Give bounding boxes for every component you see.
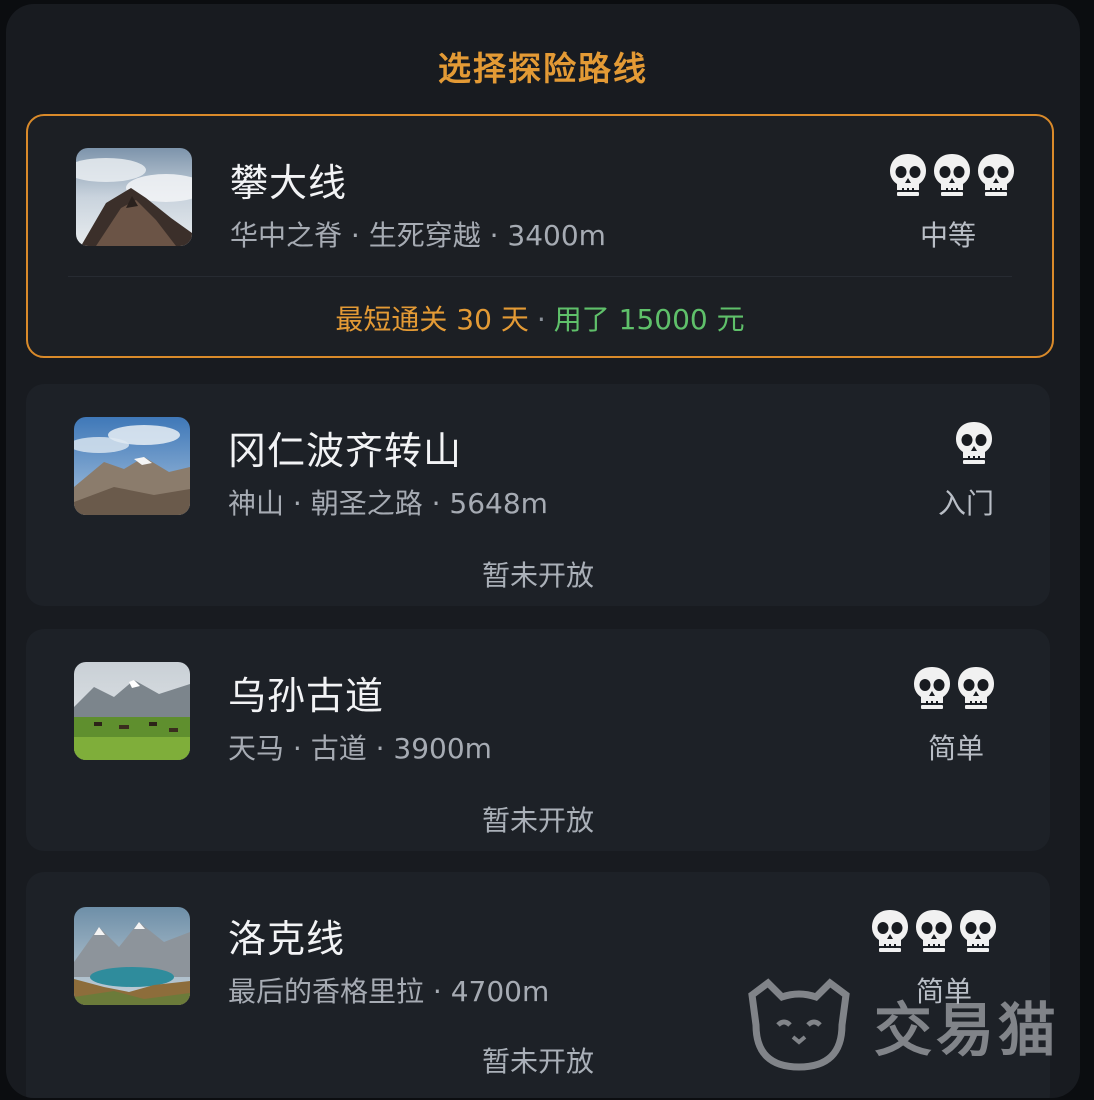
difficulty-label: 中等 <box>920 219 977 252</box>
route-meta: 华中之脊 · 生死穿越 · 3400m <box>230 219 606 252</box>
watermark-text: 交易猫 <box>874 996 1061 1064</box>
skull-icon <box>956 665 996 709</box>
status-label: 暂未开放 <box>481 559 594 592</box>
difficulty-skulls <box>912 665 996 709</box>
separator-dot: · <box>536 303 546 336</box>
cat-logo-icon <box>738 975 860 1075</box>
card-divider <box>68 276 1012 277</box>
money-spent: 用了 15000 元 <box>553 303 745 336</box>
route-thumbnail <box>74 417 190 515</box>
route-meta: 最后的香格里拉 · 4700m <box>228 975 550 1008</box>
route-meta: 天马 · 古道 · 3900m <box>228 732 492 765</box>
route-card-kailash[interactable]: 冈仁波齐转山 神山 · 朝圣之路 · 5648m 入门 暂未开放 <box>26 384 1050 606</box>
status-label: 暂未开放 <box>481 804 594 837</box>
route-thumbnail <box>74 907 190 1005</box>
route-meta: 神山 · 朝圣之路 · 5648m <box>228 487 548 520</box>
route-selection-panel: 选择探险路线 攀大线 华中之脊 · 生死穿越 · 3400m 中等 最短通关 3… <box>6 4 1080 1098</box>
route-thumbnail <box>76 148 192 246</box>
difficulty-skulls <box>888 152 1016 196</box>
difficulty-label: 简单 <box>928 732 985 765</box>
holy-mountain-photo-icon <box>74 417 190 515</box>
page-title: 选择探险路线 <box>438 49 648 88</box>
skull-icon <box>958 908 998 952</box>
skull-icon <box>976 152 1016 196</box>
skull-icon <box>954 420 994 464</box>
alpine-lake-photo-icon <box>74 907 190 1005</box>
difficulty-skulls <box>870 908 998 952</box>
route-record: 最短通关 30 天 · 用了 15000 元 <box>28 298 1052 338</box>
difficulty-label: 入门 <box>938 487 995 520</box>
route-name: 攀大线 <box>230 161 348 205</box>
difficulty-skulls <box>954 420 994 464</box>
route-name: 洛克线 <box>228 917 346 961</box>
skull-icon <box>912 665 952 709</box>
route-card-pandaxian[interactable]: 攀大线 华中之脊 · 生死穿越 · 3400m 中等 最短通关 30 天 · 用了 … <box>26 114 1054 358</box>
route-card-wusun[interactable]: 乌孙古道 天马 · 古道 · 3900m 简单 暂未开放 <box>26 629 1050 851</box>
skull-icon <box>888 152 928 196</box>
skull-icon <box>932 152 972 196</box>
watermark: 交易猫 <box>738 975 1060 1075</box>
route-name: 冈仁波齐转山 <box>228 429 463 473</box>
skull-icon <box>870 908 910 952</box>
mountain-cloud-sea-photo-icon <box>76 148 192 246</box>
route-name: 乌孙古道 <box>228 674 385 718</box>
grassland-horses-photo-icon <box>74 662 190 760</box>
best-clear-time: 最短通关 30 天 <box>335 303 529 336</box>
skull-icon <box>914 908 954 952</box>
route-thumbnail <box>74 662 190 760</box>
